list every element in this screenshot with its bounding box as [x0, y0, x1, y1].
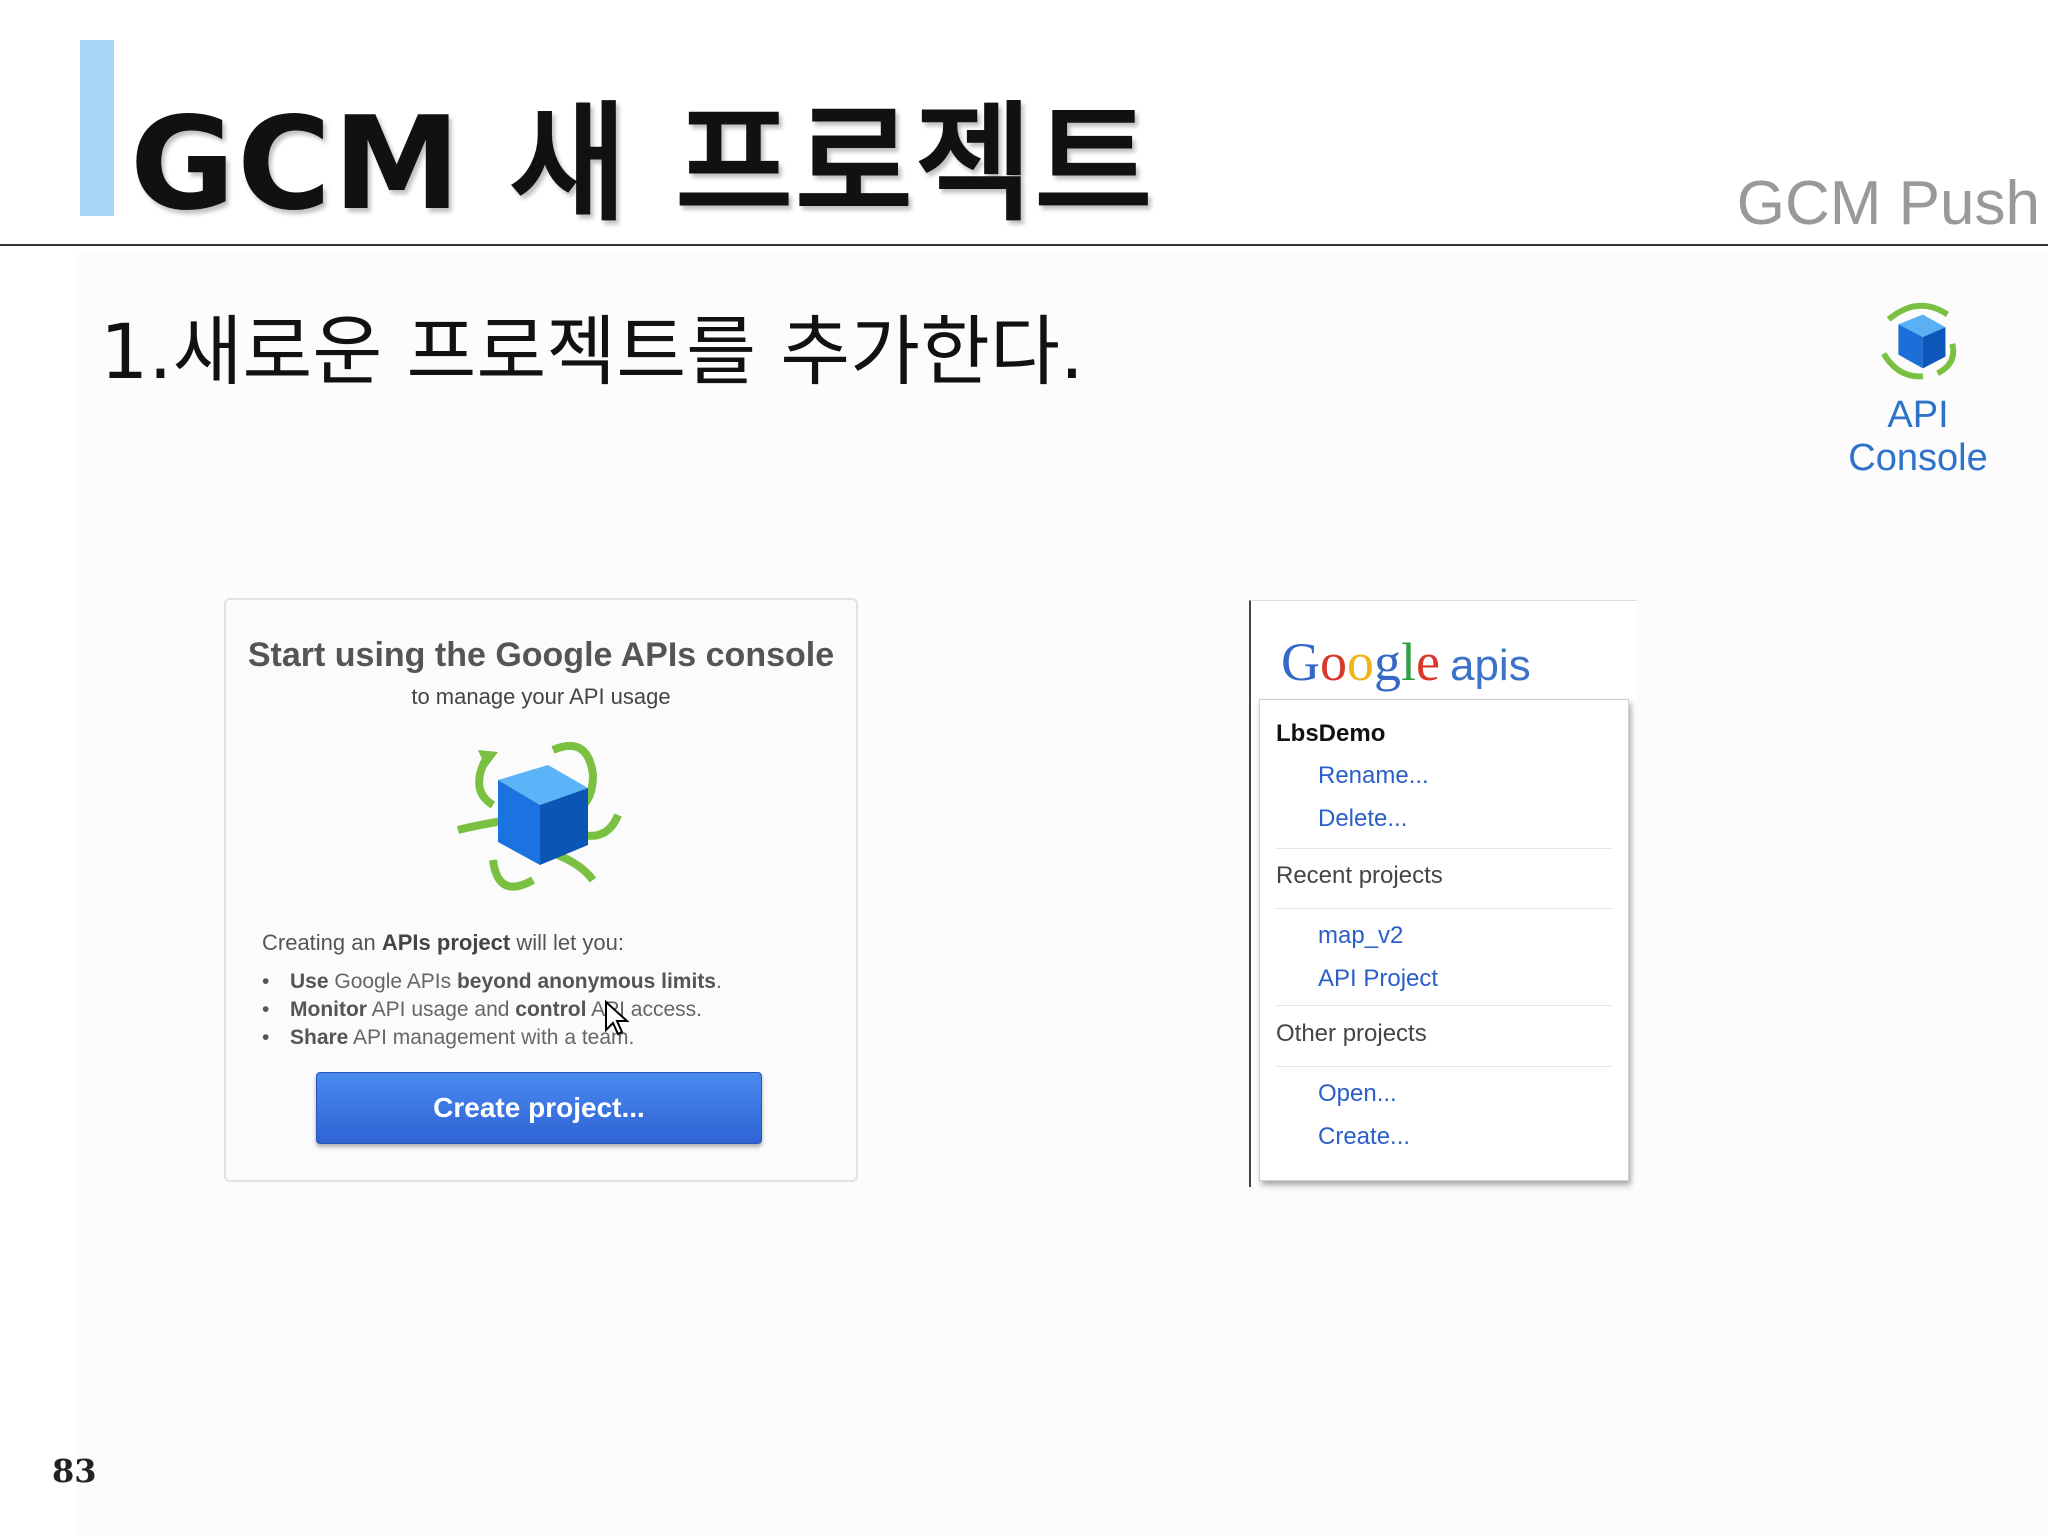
menu-divider	[1276, 1066, 1612, 1067]
start-using-panel: Start using the Google APIs console to m…	[224, 598, 858, 1182]
api-console-logo: API Console	[1818, 290, 2018, 479]
panel-subheading: to manage your API usage	[411, 684, 671, 709]
benefit-bold: Monitor	[290, 998, 367, 1021]
intro-bold: APIs project	[381, 930, 511, 955]
delete-menu-item[interactable]: Delete...	[1318, 805, 1407, 833]
logo-apis: apis	[1449, 641, 1531, 690]
recent-project-item[interactable]: map_v2	[1318, 922, 1403, 950]
bullet: •	[262, 998, 270, 1021]
api-cube-icon	[1881, 302, 1957, 380]
open-menu-item[interactable]: Open...	[1318, 1080, 1397, 1108]
recent-project-item[interactable]: API Project	[1318, 965, 1438, 993]
google-apis-logo: Google apis	[1281, 631, 1531, 693]
bullet: •	[262, 970, 270, 993]
other-projects-label: Other projects	[1276, 1020, 1427, 1047]
list-item: • Monitor API usage and control API acces…	[262, 996, 722, 1024]
title-accent-bar	[80, 40, 114, 216]
logo-letter: l	[1401, 632, 1417, 692]
slide-title: GCM 새 프로젝트	[130, 90, 1155, 239]
benefit-bold: Use	[290, 970, 329, 993]
title-divider	[0, 244, 2048, 246]
create-menu-item[interactable]: Create...	[1318, 1123, 1410, 1151]
api-cube-icon	[457, 742, 622, 891]
menu-divider	[1276, 848, 1612, 849]
benefit-text: .	[716, 970, 722, 993]
page-number: 83	[52, 1452, 97, 1490]
benefit-bold: Share	[290, 1026, 349, 1049]
benefit-text: API usage and	[366, 998, 516, 1021]
intro-line: Creating an APIs project will let you:	[262, 930, 624, 956]
project-dropdown-menu: LbsDemo Rename... Delete... Recent proje…	[1259, 699, 1629, 1181]
bullet: •	[262, 1026, 270, 1049]
logo-letter: o	[1320, 632, 1347, 692]
benefit-bold: beyond anonymous limits	[456, 970, 716, 993]
benefit-text: Google APIs	[328, 970, 457, 993]
api-console-label: API Console	[1848, 394, 1988, 479]
menu-divider	[1276, 908, 1612, 909]
panel-heading: Start using the Google APIs console	[247, 636, 835, 674]
logo-letter: o	[1347, 632, 1374, 692]
google-apis-panel: Google apis LbsDemo Rename... Delete... R…	[1249, 600, 1637, 1187]
list-item: • Share API management with a team.	[262, 1024, 722, 1052]
create-project-button[interactable]: Create project...	[316, 1072, 762, 1144]
benefit-list: • Use Google APIs beyond anonymous limits…	[262, 968, 722, 1052]
mouse-cursor-icon	[605, 1000, 630, 1036]
benefit-text: API management with a team.	[348, 1026, 635, 1049]
list-item: • Use Google APIs beyond anonymous limits…	[262, 968, 722, 996]
section-label: GCM Push	[1736, 169, 2040, 238]
logo-letter: g	[1374, 632, 1401, 692]
menu-divider	[1276, 1005, 1612, 1006]
logo-letter: e	[1416, 632, 1440, 692]
intro-suffix: will let you:	[510, 930, 624, 955]
current-project-name: LbsDemo	[1276, 720, 1386, 747]
step-instruction: 1.새로운 프로젝트를 추가한다.	[100, 307, 1085, 396]
logo-letter: G	[1281, 632, 1320, 692]
recent-projects-label: Recent projects	[1276, 862, 1443, 889]
benefit-bold: control	[515, 998, 587, 1021]
rename-menu-item[interactable]: Rename...	[1318, 762, 1429, 790]
intro-prefix: Creating an	[262, 930, 382, 955]
